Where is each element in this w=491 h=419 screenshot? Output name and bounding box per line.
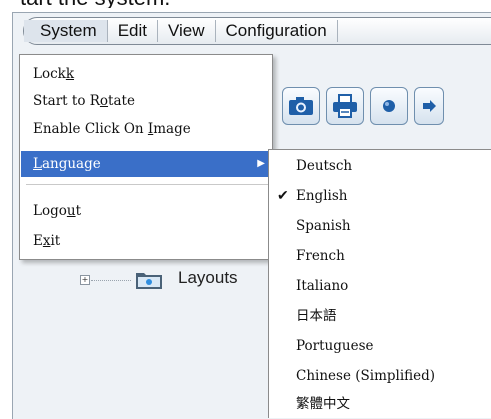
print-button[interactable] (326, 87, 364, 125)
menu-item-lock[interactable]: Lockk (21, 61, 271, 87)
tree-connector (91, 280, 131, 281)
language-option-chinese-traditional[interactable]: 繁體中文 (269, 390, 491, 418)
menu-system[interactable]: System (24, 20, 108, 42)
arrow-icon (423, 100, 436, 112)
language-option-japanese[interactable]: 日本語 (269, 302, 491, 330)
language-option-spanish[interactable]: Spanish (269, 212, 491, 240)
system-menu: Lockk Start to Rotate Enable Click On Im… (19, 54, 273, 260)
language-submenu: Deutsch ✔ English Spanish French Italian… (268, 149, 491, 418)
printer-icon (333, 94, 357, 118)
click-rest: mage (153, 121, 191, 137)
lock-label: Lock (33, 66, 66, 82)
logout-accel: u (66, 203, 76, 219)
rotate-accel: o (99, 93, 109, 109)
record-button[interactable] (370, 87, 408, 125)
submenu-arrow-icon: ▶ (257, 158, 265, 169)
menu-item-logout[interactable]: Logout (21, 198, 271, 224)
language-option-french[interactable]: French (269, 242, 491, 270)
menu-item-enable-click[interactable]: Enable Click On Image (21, 116, 271, 142)
menu-item-start-rotate[interactable]: Start to Rotate (21, 88, 271, 114)
folder-icon (136, 273, 162, 289)
camera-icon (289, 97, 313, 115)
language-option-portuguese[interactable]: Portuguese (269, 332, 491, 360)
tree-item-layouts[interactable]: Layouts (178, 268, 238, 288)
menu-item-language[interactable]: Language ▶ (21, 151, 271, 177)
lock-accel: k (65, 66, 75, 82)
language-option-label: Portuguese (296, 338, 374, 354)
language-rest: anguage (41, 156, 101, 172)
language-option-italiano[interactable]: Italiano (269, 272, 491, 300)
language-option-label: Italiano (296, 278, 349, 294)
language-option-label: Spanish (296, 218, 351, 234)
playback-button[interactable] (414, 87, 444, 125)
menu-edit[interactable]: Edit (108, 20, 158, 42)
menu-view[interactable]: View (158, 20, 216, 42)
menu-configuration[interactable]: Configuration (216, 20, 338, 42)
caption-text: tart the system. (0, 0, 491, 8)
language-option-label: Deutsch (296, 158, 353, 174)
click-label: Enable Click On (33, 121, 148, 137)
language-option-label: French (296, 248, 345, 264)
language-option-label: 日本語 (296, 308, 337, 324)
language-option-deutsch[interactable]: Deutsch (269, 152, 491, 180)
rotate-rest: tate (108, 93, 135, 109)
language-option-label: 繁體中文 (296, 396, 350, 412)
language-option-label: English (296, 188, 348, 204)
expand-icon[interactable]: + (80, 275, 90, 285)
exit-label: E (33, 233, 43, 249)
menu-item-exit[interactable]: Exit (21, 228, 271, 254)
snapshot-button[interactable] (282, 87, 320, 125)
record-icon (383, 100, 395, 112)
menu-separator (26, 184, 268, 185)
language-option-label: Chinese (Simplified) (296, 368, 436, 384)
rotate-label: Start to R (33, 93, 100, 109)
menu-bar: System Edit View Configuration (23, 17, 491, 45)
checkmark-icon: ✔ (277, 188, 289, 204)
logout-label: Logo (33, 203, 67, 219)
language-option-english[interactable]: ✔ English (269, 182, 491, 210)
language-accel: L (33, 156, 42, 172)
exit-rest: it (50, 233, 61, 249)
device-tree: + Layouts (0, 258, 260, 298)
language-option-chinese-simplified[interactable]: Chinese (Simplified) (269, 362, 491, 390)
logout-rest: t (75, 203, 82, 219)
